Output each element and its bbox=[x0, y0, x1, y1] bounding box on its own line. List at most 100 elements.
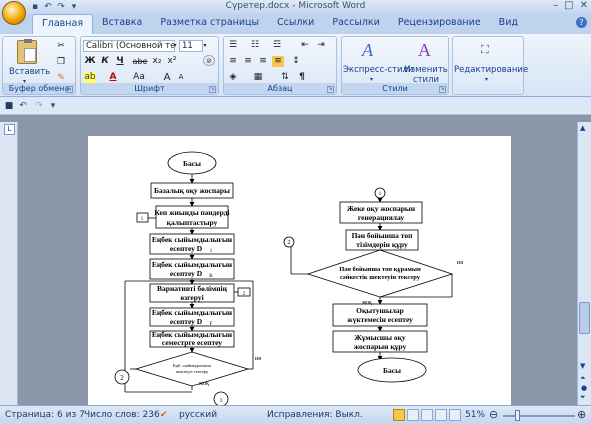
tab-mailings[interactable]: Рассылки bbox=[323, 14, 388, 34]
highlight-icon[interactable]: ab bbox=[84, 72, 96, 83]
superscript-button[interactable]: x² bbox=[166, 56, 178, 67]
redo-icon[interactable]: ↷ bbox=[56, 2, 66, 12]
cut-icon[interactable]: ✂ bbox=[55, 41, 67, 52]
ruler-toggle-icon[interactable]: L bbox=[4, 124, 15, 135]
flow-connector-2: 2 bbox=[120, 374, 124, 382]
language[interactable]: русский bbox=[179, 410, 217, 420]
express-styles-icon[interactable]: A bbox=[362, 40, 373, 61]
scroll-up-icon[interactable]: ▲ bbox=[580, 124, 585, 132]
align-center-icon[interactable]: ≡ bbox=[242, 56, 254, 67]
font-group-label: Шрифт bbox=[81, 83, 218, 94]
change-case-button[interactable]: Aa bbox=[131, 72, 147, 83]
maximize-icon[interactable]: □ bbox=[564, 0, 573, 11]
clear-format-icon[interactable]: ⊘ bbox=[203, 55, 215, 66]
italic-button[interactable]: К bbox=[99, 56, 111, 67]
zoom-in-icon[interactable]: ⊕ bbox=[577, 408, 586, 421]
flow-step-df-a: Еңбек сыйымдылығын bbox=[152, 308, 233, 317]
clipboard-launcher-icon[interactable]: ↘ bbox=[66, 86, 73, 93]
scroll-thumb[interactable] bbox=[579, 302, 590, 334]
underline-button[interactable]: Ч bbox=[114, 56, 126, 67]
save-icon[interactable]: ▪ bbox=[30, 2, 40, 12]
browse-object-icon[interactable]: ● bbox=[581, 384, 587, 392]
font-size-dropdown-icon[interactable]: ▾ bbox=[199, 40, 211, 51]
tab-home[interactable]: Главная bbox=[32, 14, 94, 34]
zoom-slider[interactable] bbox=[503, 415, 575, 417]
paragraph-launcher-icon[interactable]: ↘ bbox=[327, 86, 334, 93]
undo-icon[interactable]: ↶ bbox=[43, 2, 53, 12]
align-left-icon[interactable]: ≡ bbox=[227, 56, 239, 67]
draft-icon[interactable] bbox=[449, 409, 461, 421]
customize-icon[interactable]: ▾ bbox=[48, 101, 58, 111]
strikethrough-button[interactable]: abe bbox=[131, 56, 149, 67]
save-icon[interactable]: ■ bbox=[4, 101, 14, 111]
next-page-icon[interactable]: ⏷ bbox=[580, 393, 586, 402]
borders-icon[interactable]: ▦ bbox=[252, 72, 264, 83]
undo-icon[interactable]: ↶ bbox=[18, 101, 28, 111]
flow-step-variative-a: Вариативті бөлімнің bbox=[157, 284, 228, 293]
justify-icon[interactable]: ≡ bbox=[272, 56, 284, 67]
font-color-icon[interactable]: A bbox=[107, 72, 119, 83]
align-right-icon[interactable]: ≡ bbox=[257, 56, 269, 67]
full-screen-reading-icon[interactable] bbox=[407, 409, 419, 421]
proofing-icon[interactable]: ✔ bbox=[160, 410, 168, 420]
flow-connector-1: 1 bbox=[220, 398, 223, 404]
subscript-button[interactable]: x₂ bbox=[151, 56, 163, 67]
redo-icon[interactable]: ↷ bbox=[34, 101, 44, 111]
shading-icon[interactable]: ◈ bbox=[227, 72, 239, 83]
office-button[interactable] bbox=[2, 1, 26, 25]
scroll-down-icon[interactable]: ▼ bbox=[580, 362, 585, 370]
editing-dropdown-icon[interactable]: ▾ bbox=[485, 76, 488, 83]
paste-button[interactable]: Вставить bbox=[9, 67, 50, 77]
bold-button[interactable]: Ж bbox=[84, 56, 96, 67]
zoom-slider-thumb[interactable] bbox=[515, 410, 520, 421]
styles-group-label: Стили bbox=[342, 83, 448, 94]
prev-page-icon[interactable]: ⏶ bbox=[580, 374, 586, 383]
styles-launcher-icon[interactable]: ↘ bbox=[439, 86, 446, 93]
paste-icon[interactable] bbox=[17, 39, 37, 64]
copy-icon[interactable]: ❐ bbox=[55, 57, 67, 68]
document-page: Басы Базалық оқу жоспары Кеп жиынды пәнд… bbox=[88, 136, 511, 407]
flow-step-dk-a: Еңбек сыйымдылығын bbox=[152, 260, 233, 269]
show-marks-button[interactable]: ¶ bbox=[296, 72, 308, 83]
word-count[interactable]: Число слов: 236 bbox=[84, 410, 160, 420]
font-launcher-icon[interactable]: ↘ bbox=[209, 86, 216, 93]
bullets-icon[interactable]: ☰ bbox=[227, 40, 239, 51]
tab-insert[interactable]: Вставка bbox=[93, 14, 151, 34]
tab-view[interactable]: Вид bbox=[490, 14, 527, 34]
express-styles-dropdown-icon[interactable]: ▾ bbox=[370, 76, 373, 83]
change-styles-icon[interactable]: A bbox=[418, 40, 431, 61]
minimize-icon[interactable]: – bbox=[553, 0, 558, 11]
multilevel-list-icon[interactable]: ☲ bbox=[271, 40, 283, 51]
page-count[interactable]: Страница: 6 из 7 bbox=[5, 410, 85, 420]
shrink-font-button[interactable]: A bbox=[175, 72, 187, 83]
binoculars-icon[interactable]: ⛶ bbox=[481, 43, 489, 57]
line-spacing-icon[interactable]: ↕ bbox=[290, 56, 302, 67]
status-bar: Страница: 6 из 7 Число слов: 236 ✔ русск… bbox=[0, 405, 591, 424]
ribbon: Вставить ▾ ✂ ❐ ✎ Буфер обмена ↘ Calibri … bbox=[0, 34, 591, 97]
web-layout-icon[interactable] bbox=[421, 409, 433, 421]
track-changes-status[interactable]: Исправления: Выкл. bbox=[267, 410, 363, 420]
increase-indent-icon[interactable]: ⇥ bbox=[315, 40, 327, 51]
help-icon[interactable]: ? bbox=[576, 17, 587, 28]
flow-step-df-b: есептеу D bbox=[170, 317, 203, 326]
decrease-indent-icon[interactable]: ⇤ bbox=[299, 40, 311, 51]
print-layout-icon[interactable] bbox=[393, 409, 405, 421]
title-bar: Сүретер.docx - Microsoft Word ▪ ↶ ↷ ▾ – … bbox=[0, 0, 591, 14]
close-icon[interactable]: ✕ bbox=[580, 0, 588, 11]
tab-references[interactable]: Ссылки bbox=[268, 14, 323, 34]
sort-icon[interactable]: ⇅ bbox=[279, 72, 291, 83]
customize-icon[interactable]: ▾ bbox=[69, 2, 79, 12]
font-name-combo[interactable]: Calibri (Основной те bbox=[83, 40, 175, 52]
outline-icon[interactable] bbox=[435, 409, 447, 421]
zoom-level[interactable]: 51% bbox=[465, 410, 485, 420]
grow-font-button[interactable]: A bbox=[161, 72, 173, 83]
tab-review[interactable]: Рецензирование bbox=[389, 14, 490, 34]
zoom-out-icon[interactable]: ⊖ bbox=[489, 408, 498, 421]
editing-button[interactable]: Редактирование bbox=[454, 65, 528, 75]
tab-page-layout[interactable]: Разметка страницы bbox=[151, 14, 268, 34]
numbering-icon[interactable]: ☷ bbox=[249, 40, 261, 51]
express-styles-button[interactable]: Экспресс-стили bbox=[343, 65, 413, 75]
vertical-scrollbar[interactable]: ▲ ▼ ⏶ ● ⏷ bbox=[577, 122, 591, 405]
flow-step-semester-b: семестрге есептеу bbox=[162, 338, 222, 347]
change-styles-button[interactable]: Изменить стили bbox=[404, 65, 448, 85]
